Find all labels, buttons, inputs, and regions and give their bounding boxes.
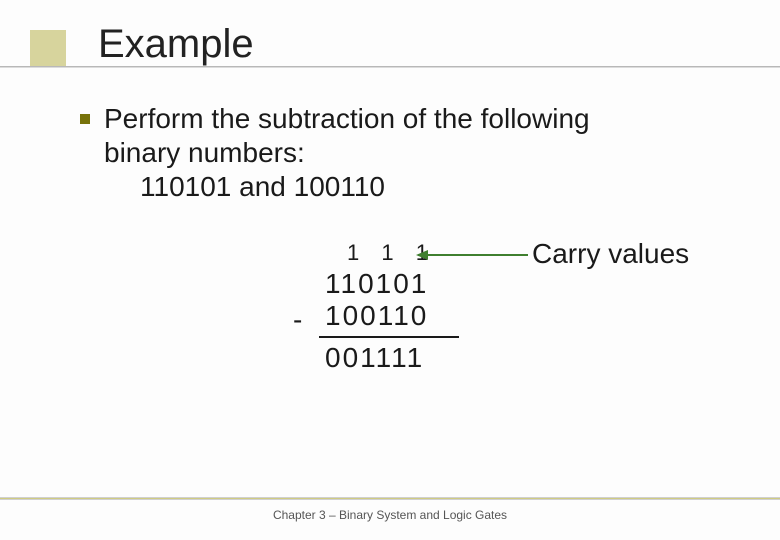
footer-text: Chapter 3 – Binary System and Logic Gate…	[0, 508, 780, 522]
operand-1: 110101	[325, 268, 459, 300]
arrow-line	[418, 254, 528, 256]
bullet-text-line1: Perform the subtraction of the following	[104, 102, 590, 136]
carry-values: 1 1 1	[347, 240, 459, 266]
carry-label: Carry values	[532, 238, 689, 270]
square-bullet-icon	[80, 114, 90, 124]
page-title: Example	[98, 22, 254, 67]
operand-2: 100110	[325, 300, 459, 332]
equals-line	[319, 336, 459, 338]
title-bar: Example	[0, 30, 780, 80]
footer-divider	[0, 497, 780, 500]
result: 001111	[325, 342, 459, 374]
minus-operator: -	[293, 304, 302, 336]
bullet-text-line2: binary numbers:	[104, 136, 590, 170]
bullet-item: Perform the subtraction of the following…	[80, 102, 760, 170]
arrow-head-icon	[416, 250, 428, 260]
subtraction-block: 1 1 1 110101 - 100110 001111	[285, 240, 459, 374]
arrow-to-carry	[418, 254, 528, 256]
title-accent-block	[30, 30, 66, 66]
content-area: Perform the subtraction of the following…	[80, 102, 760, 204]
bullet-text-line3: 110101 and 100110	[140, 170, 760, 204]
